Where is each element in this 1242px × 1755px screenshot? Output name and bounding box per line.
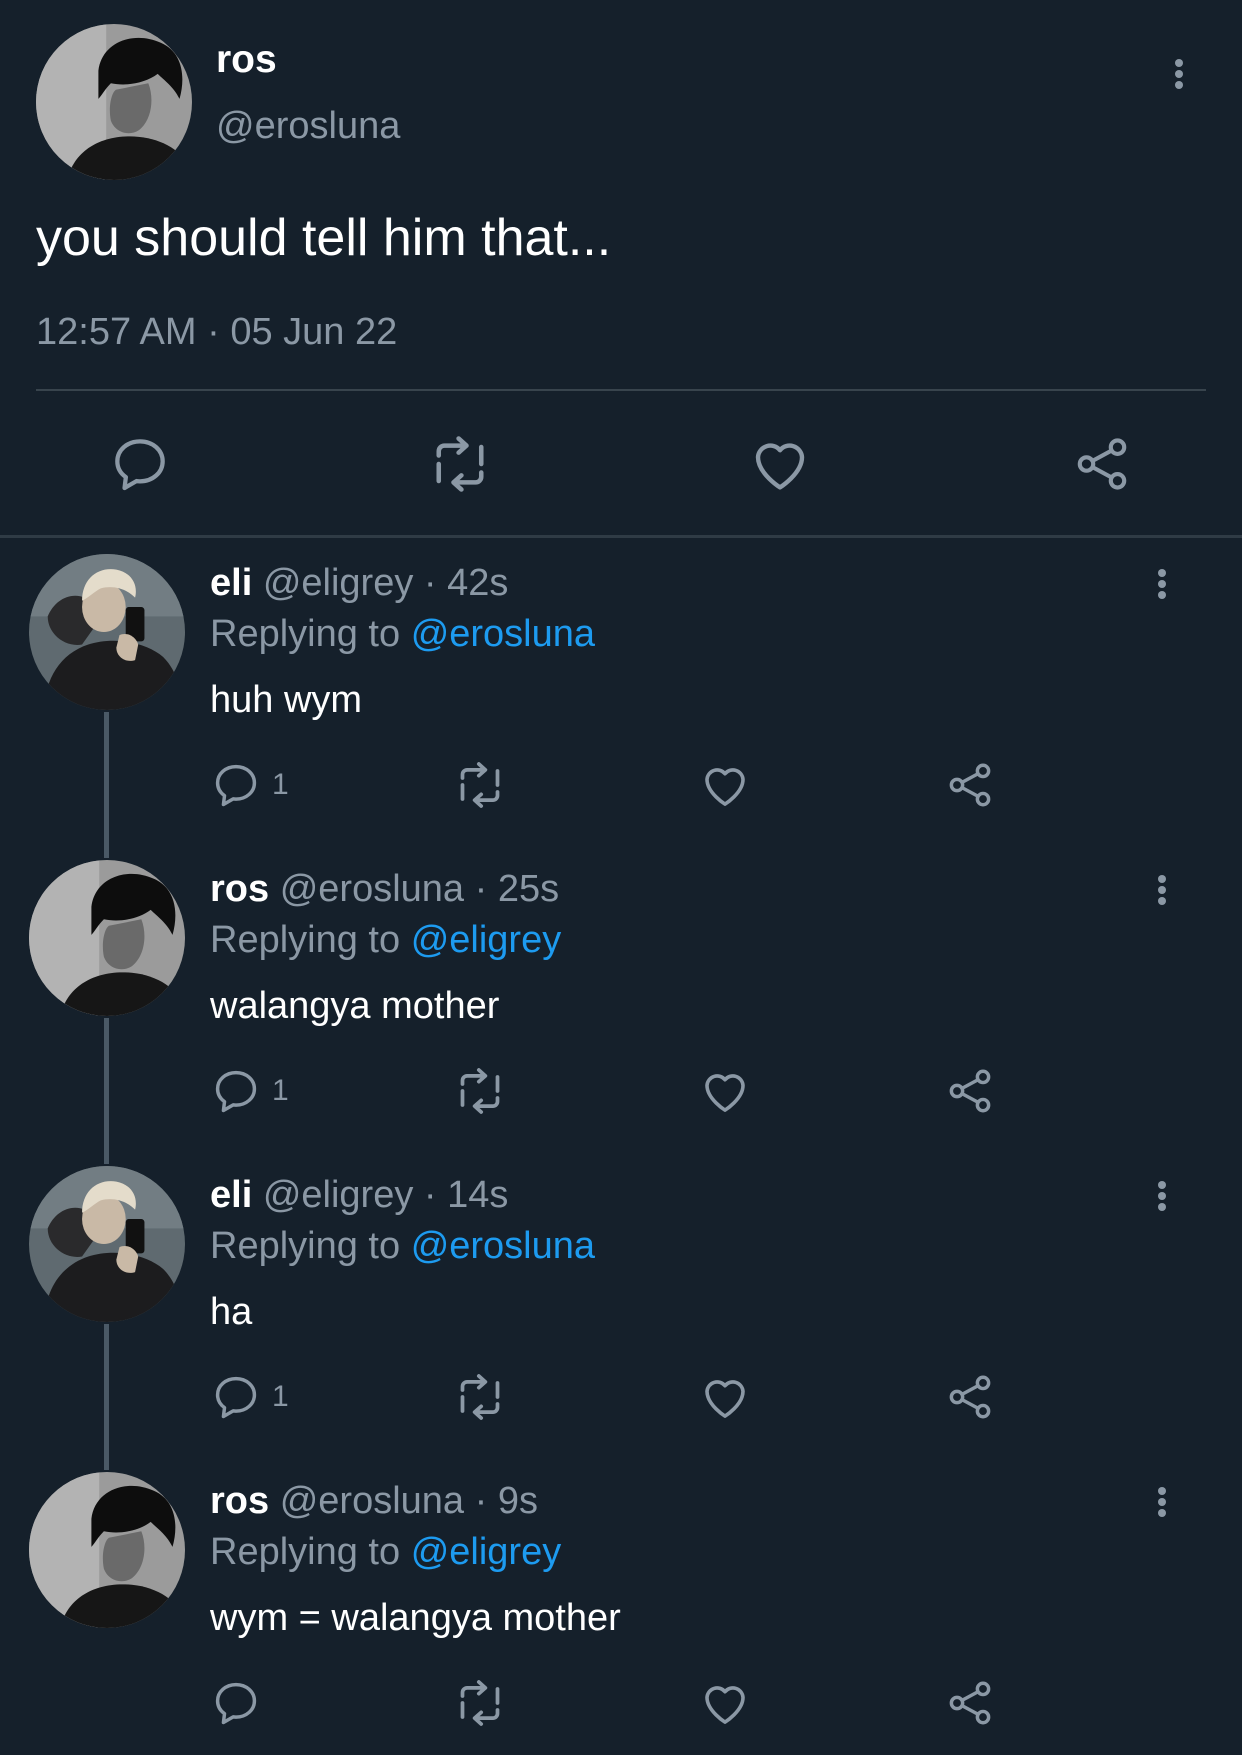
more-options-icon[interactable] <box>1144 868 1180 912</box>
reply-age: · 14s <box>423 1174 509 1216</box>
reply-avatar[interactable] <box>29 1472 185 1628</box>
reply-button[interactable] <box>210 1676 272 1730</box>
reply-display-name[interactable]: eli <box>210 562 252 604</box>
retweet-button[interactable] <box>452 1064 508 1118</box>
replying-to-label: Replying to <box>210 1225 401 1267</box>
reply-text: walangya mother <box>210 985 500 1027</box>
retweet-icon <box>452 1675 508 1731</box>
retweet-icon <box>452 1063 508 1119</box>
like-button[interactable] <box>698 1064 752 1118</box>
retweet-icon <box>452 1369 508 1425</box>
thread-line <box>104 1324 109 1470</box>
reply-icon <box>210 1371 262 1423</box>
more-options-icon[interactable] <box>1144 1174 1180 1218</box>
divider <box>36 389 1206 391</box>
more-options-icon[interactable] <box>1144 562 1180 606</box>
like-button[interactable] <box>698 758 752 812</box>
replying-to: Replying to @eligrey <box>210 917 561 963</box>
replying-to-label: Replying to <box>210 919 401 961</box>
reply-display-name[interactable]: eli <box>210 1174 252 1216</box>
avatar-blonde-selfie-icon <box>29 1166 185 1322</box>
like-button[interactable] <box>744 432 816 496</box>
reply-handle[interactable]: @eligrey <box>263 1174 414 1216</box>
reply-header: eli @eligrey · 14s <box>210 1172 508 1218</box>
reply-age: · 42s <box>423 562 509 604</box>
share-icon <box>944 1677 996 1729</box>
section-divider <box>0 535 1242 538</box>
reply-avatar[interactable] <box>29 1166 185 1322</box>
share-button[interactable] <box>944 1064 996 1118</box>
share-button[interactable] <box>944 1676 996 1730</box>
reply-avatar[interactable] <box>29 860 185 1016</box>
replying-to-link[interactable]: @erosluna <box>411 613 595 655</box>
avatar-dark-hair-icon <box>29 860 185 1016</box>
main-tweet-text: you should tell him that... <box>36 209 612 267</box>
reply-text: huh wym <box>210 679 363 721</box>
reply-count: 1 <box>272 768 289 801</box>
reply-header: eli @eligrey · 42s <box>210 560 508 606</box>
reply-button[interactable] <box>104 432 176 496</box>
thread-line <box>104 712 109 858</box>
like-icon <box>698 1370 752 1424</box>
main-tweet-avatar[interactable] <box>36 24 192 180</box>
like-icon <box>747 431 813 497</box>
replying-to-link[interactable]: @eligrey <box>411 1531 562 1573</box>
replying-to: Replying to @eligrey <box>210 1529 561 1575</box>
replying-to-link[interactable]: @erosluna <box>411 1225 595 1267</box>
share-button[interactable] <box>944 758 996 812</box>
like-icon <box>698 758 752 812</box>
reply-display-name[interactable]: ros <box>210 1480 269 1522</box>
reply-age: · 9s <box>474 1480 538 1522</box>
more-options-icon[interactable] <box>1144 1480 1180 1524</box>
retweet-button[interactable] <box>452 758 508 812</box>
replying-to: Replying to @erosluna <box>210 1223 595 1269</box>
more-options-icon[interactable] <box>1160 50 1198 98</box>
retweet-button[interactable] <box>452 1370 508 1424</box>
reply-button[interactable]: 1 <box>210 758 289 812</box>
reply-button[interactable]: 1 <box>210 1064 289 1118</box>
main-tweet-timestamp[interactable]: 12:57 AM · 05 Jun 22 <box>36 308 397 356</box>
like-icon <box>698 1064 752 1118</box>
retweet-icon <box>452 757 508 813</box>
reply-text: ha <box>210 1291 253 1333</box>
like-button[interactable] <box>698 1370 752 1424</box>
avatar-dark-hair-icon <box>36 24 192 180</box>
share-icon <box>944 759 996 811</box>
share-button[interactable] <box>944 1370 996 1424</box>
reply-icon <box>210 759 262 811</box>
share-icon <box>944 1065 996 1117</box>
retweet-button[interactable] <box>424 432 496 496</box>
reply-count: 1 <box>272 1074 289 1107</box>
reply-count: 1 <box>272 1380 289 1413</box>
main-tweet-handle[interactable]: @erosluna <box>216 102 400 150</box>
replying-to-link[interactable]: @eligrey <box>411 919 562 961</box>
share-button[interactable] <box>1066 432 1138 496</box>
reply-button[interactable]: 1 <box>210 1370 289 1424</box>
main-tweet-display-name[interactable]: ros <box>216 36 277 84</box>
reply-display-name[interactable]: ros <box>210 868 269 910</box>
reply-header: ros @erosluna · 9s <box>210 1478 538 1524</box>
reply-text: wym = walangya mother <box>210 1597 621 1639</box>
replying-to: Replying to @erosluna <box>210 611 595 657</box>
reply-age: · 25s <box>474 868 560 910</box>
reply-handle[interactable]: @eligrey <box>263 562 414 604</box>
share-icon <box>944 1371 996 1423</box>
reply-icon <box>210 1065 262 1117</box>
reply-icon <box>108 432 172 496</box>
reply-icon <box>210 1677 262 1729</box>
avatar-blonde-selfie-icon <box>29 554 185 710</box>
retweet-button[interactable] <box>452 1676 508 1730</box>
like-icon <box>698 1676 752 1730</box>
like-button[interactable] <box>698 1676 752 1730</box>
thread-line <box>104 1018 109 1164</box>
replying-to-label: Replying to <box>210 613 401 655</box>
reply-header: ros @erosluna · 25s <box>210 866 559 912</box>
reply-avatar[interactable] <box>29 554 185 710</box>
reply-handle[interactable]: @erosluna <box>280 868 464 910</box>
reply-handle[interactable]: @erosluna <box>280 1480 464 1522</box>
replying-to-label: Replying to <box>210 1531 401 1573</box>
share-icon <box>1071 433 1133 495</box>
avatar-dark-hair-icon <box>29 1472 185 1628</box>
retweet-icon <box>426 430 494 498</box>
